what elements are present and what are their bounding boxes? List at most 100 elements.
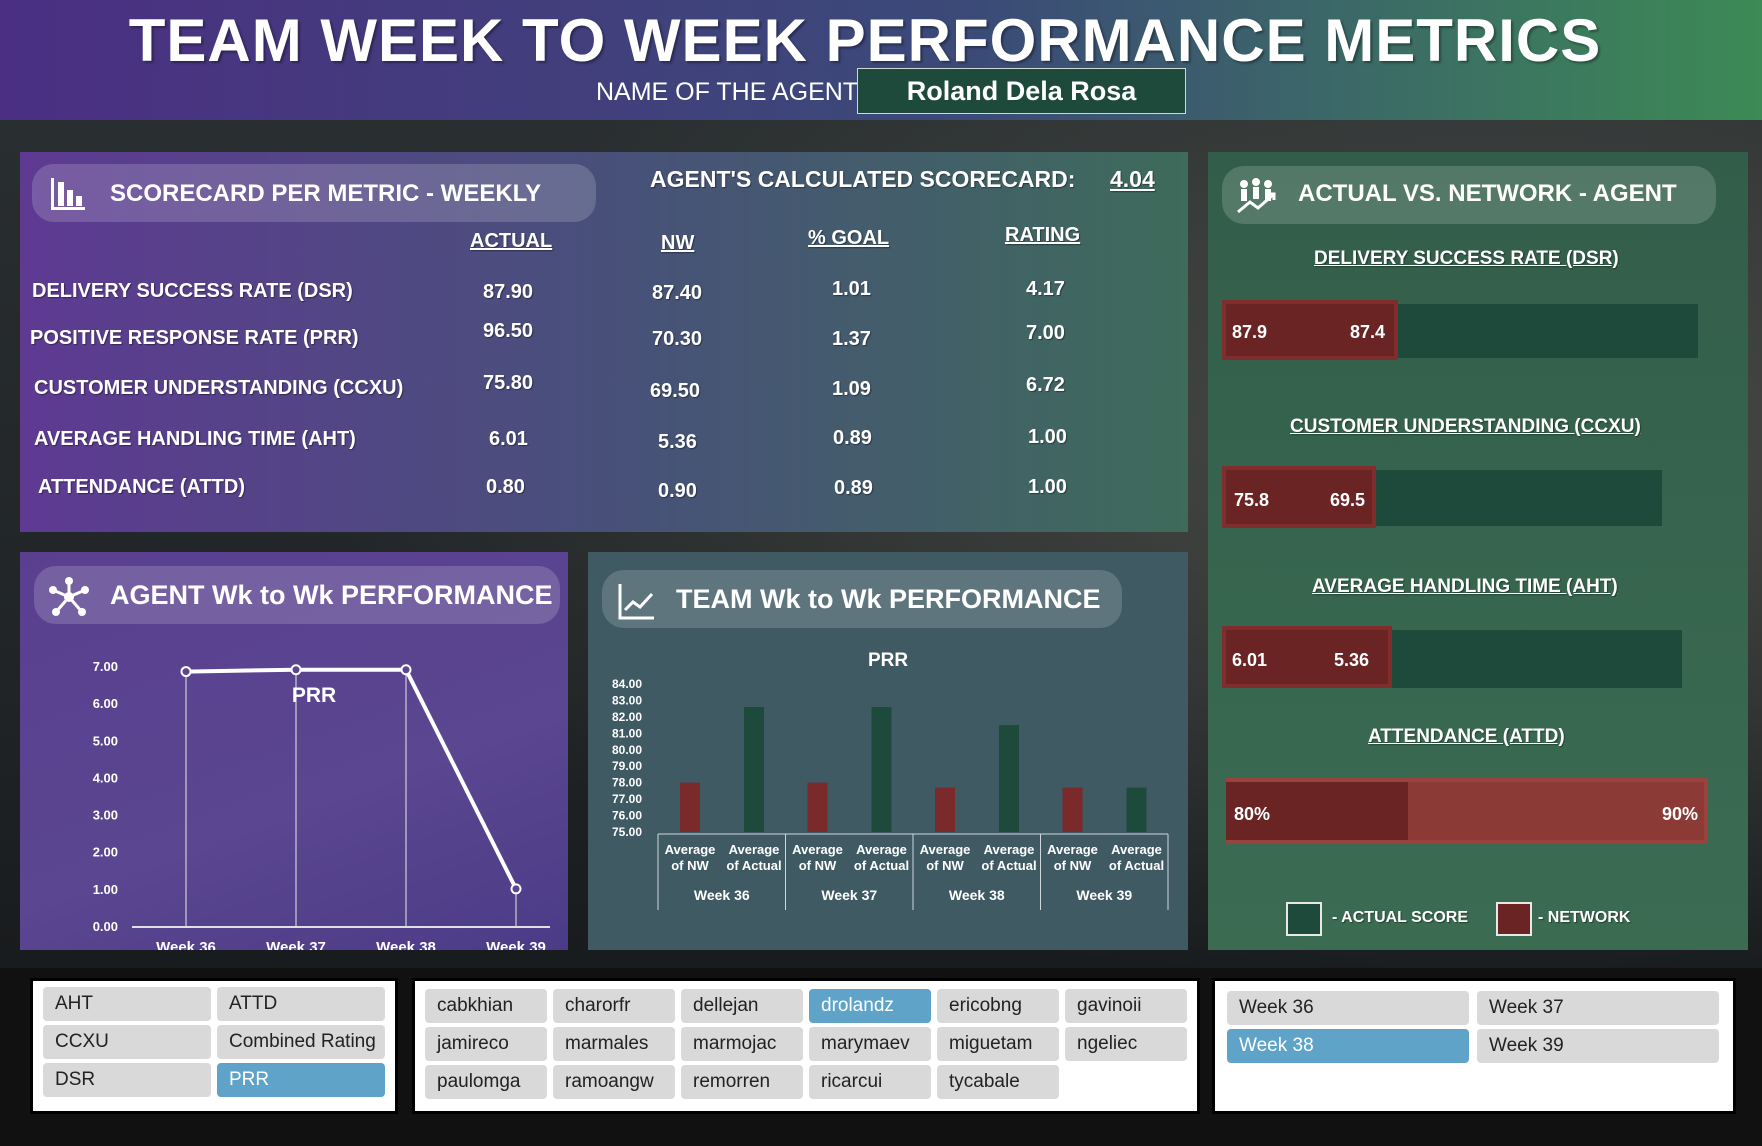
row-rating: 1.00 [1028, 476, 1067, 498]
y-tick-label: 77.00 [612, 792, 642, 806]
slicer-item-prr[interactable]: PRR [217, 1063, 385, 1097]
agent-performance-title: AGENT Wk to Wk PERFORMANCE [110, 580, 553, 610]
row-actual: 75.80 [483, 372, 534, 394]
row-metric: CUSTOMER UNDERSTANDING (CCXU) [34, 377, 404, 399]
y-tick-label: 4.00 [93, 770, 118, 785]
agent-performance-panel: AGENT Wk to Wk PERFORMANCE 0.00 1.00 2.00 3… [20, 552, 568, 950]
slicer-item-agent[interactable]: ricarcui [809, 1065, 931, 1099]
row-goal: 1.37 [832, 328, 871, 350]
y-tick-label: 1.00 [93, 882, 118, 897]
slicer-item-agent-selected[interactable]: drolandz [809, 989, 931, 1023]
column-header-goal: % GOAL [808, 227, 890, 249]
agent-name-label: NAME OF THE AGENT: [596, 78, 863, 106]
slicer-item-ccxu[interactable]: CCXU [43, 1025, 211, 1059]
slicer-item-week-39[interactable]: Week 39 [1477, 1029, 1719, 1063]
slicer-item-agent[interactable]: charorfr [553, 989, 675, 1023]
slicer-item-week-38[interactable]: Week 38 [1227, 1029, 1469, 1063]
slicer-item-aht[interactable]: AHT [43, 987, 211, 1021]
slicer-item-agent[interactable]: dellejan [681, 989, 803, 1023]
bar-label: Average [792, 842, 843, 857]
scorecard-title: SCORECARD PER METRIC - WEEKLY [110, 180, 542, 207]
bar [871, 707, 892, 832]
row-goal: 1.01 [832, 278, 871, 300]
y-tick-label: 81.00 [612, 726, 642, 740]
row-rating: 6.72 [1026, 374, 1065, 396]
slicer-item-week-37[interactable]: Week 37 [1477, 991, 1719, 1025]
slicer-item-agent[interactable]: jamireco [425, 1027, 547, 1061]
row-rating: 1.00 [1028, 426, 1067, 448]
slicer-item-agent[interactable]: cabkhian [425, 989, 547, 1023]
calculated-scorecard-label: AGENT'S CALCULATED SCORECARD: [650, 166, 1076, 192]
slicer-item-agent[interactable]: paulomga [425, 1065, 547, 1099]
slicer-item-agent[interactable]: miguetam [937, 1027, 1059, 1061]
legend-actual-swatch [1286, 902, 1322, 936]
header-banner: TEAM WEEK TO WEEK PERFORMANCE METRICS NA… [0, 0, 1762, 120]
slicer-item-agent[interactable]: ngeliec [1065, 1027, 1187, 1061]
bar [807, 782, 828, 832]
row-metric: ATTENDANCE (ATTD) [38, 476, 246, 498]
slicer-item-combined-rating[interactable]: Combined Rating [217, 1025, 385, 1059]
data-point [290, 664, 302, 676]
slicer-item-dsr[interactable]: DSR [43, 1063, 211, 1097]
slicer-item-agent[interactable]: gavinoii [1065, 989, 1187, 1023]
slicer-item-agent[interactable]: ericobng [937, 989, 1059, 1023]
bar-label: Average [729, 842, 780, 857]
team-performance-panel: TEAM Wk to Wk PERFORMANCE 75.00 76.00 77.0… [588, 552, 1188, 950]
bar [1126, 787, 1147, 832]
row-nw: 69.50 [650, 380, 701, 402]
series-line [185, 667, 518, 890]
x-tick-label: Week 39 [486, 939, 546, 950]
week-slicer: Week 36 Week 37 Week 38 Week 39 [1212, 978, 1736, 1114]
bar [935, 787, 955, 832]
row-nw: 87.40 [652, 282, 703, 304]
attd-metric-label: ATTENDANCE (ATTD) [1368, 726, 1565, 747]
y-tick-label: 7.00 [93, 659, 118, 674]
bar-label: Average [665, 842, 716, 857]
scorecard-panel: SCORECARD PER METRIC - WEEKLY AGENT'S CA… [20, 152, 1188, 532]
bar-label: Average [1111, 842, 1162, 857]
ccxu-actual-value: 75.8 [1234, 490, 1270, 510]
page-title: TEAM WEEK TO WEEK PERFORMANCE METRICS [128, 7, 1602, 74]
data-point [180, 666, 192, 678]
bar-label: of NW [671, 858, 709, 873]
bar-label: of Actual [981, 858, 1036, 873]
actual-vs-network-title-pill: ACTUAL VS. NETWORK - AGENT [1222, 166, 1716, 224]
group-label: Week 39 [1076, 887, 1132, 903]
chart-title: PRR [292, 684, 336, 707]
slicer-item-agent[interactable]: marmojac [681, 1027, 803, 1061]
row-rating: 4.17 [1026, 278, 1065, 300]
slicer-item-agent[interactable]: tycabale [937, 1065, 1059, 1099]
agent-performance-title-pill: AGENT Wk to Wk PERFORMANCE [34, 566, 560, 624]
actual-vs-network-title: ACTUAL VS. NETWORK - AGENT [1298, 180, 1677, 207]
y-tick-label: 5.00 [93, 733, 118, 748]
bar-label: Average [1047, 842, 1098, 857]
team-growth-icon [1237, 178, 1276, 214]
aht-network-value: 5.36 [1334, 650, 1370, 670]
y-tick-label: 82.00 [612, 710, 642, 724]
team-prr-bar-chart: 75.00 76.00 77.00 78.00 79.00 80.00 81.00 82.00… [612, 650, 1169, 910]
bar-label: of Actual [854, 858, 909, 873]
row-nw: 70.30 [652, 328, 703, 350]
slicer-item-agent[interactable]: remorren [681, 1065, 803, 1099]
y-tick-label: 84.00 [612, 677, 642, 691]
data-point [400, 664, 412, 676]
slicer-item-agent[interactable]: marmales [553, 1027, 675, 1061]
bar [680, 782, 700, 832]
slicer-item-agent[interactable]: ramoangw [553, 1065, 675, 1099]
slicer-item-week-36[interactable]: Week 36 [1227, 991, 1469, 1025]
bar-label: Average [856, 842, 907, 857]
row-rating: 7.00 [1026, 322, 1065, 344]
slicer-item-attd[interactable]: ATTD [217, 987, 385, 1021]
legend-network-label: - NETWORK [1538, 909, 1631, 926]
slicer-item-agent[interactable]: marymaev [809, 1027, 931, 1061]
dsr-metric-label: DELIVERY SUCCESS RATE (DSR) [1314, 248, 1619, 269]
dsr-actual-value: 87.9 [1232, 322, 1268, 342]
aht-actual-value: 6.01 [1232, 650, 1268, 670]
agent-name-field[interactable]: Roland Dela Rosa [857, 68, 1186, 114]
bar-label: Average [984, 842, 1035, 857]
legend-network-swatch [1496, 902, 1532, 936]
group-label: Week 36 [694, 887, 750, 903]
bar-label: of NW [799, 858, 837, 873]
scorecard-title-pill: SCORECARD PER METRIC - WEEKLY [32, 164, 596, 222]
x-tick-label: Week 36 [156, 939, 216, 950]
